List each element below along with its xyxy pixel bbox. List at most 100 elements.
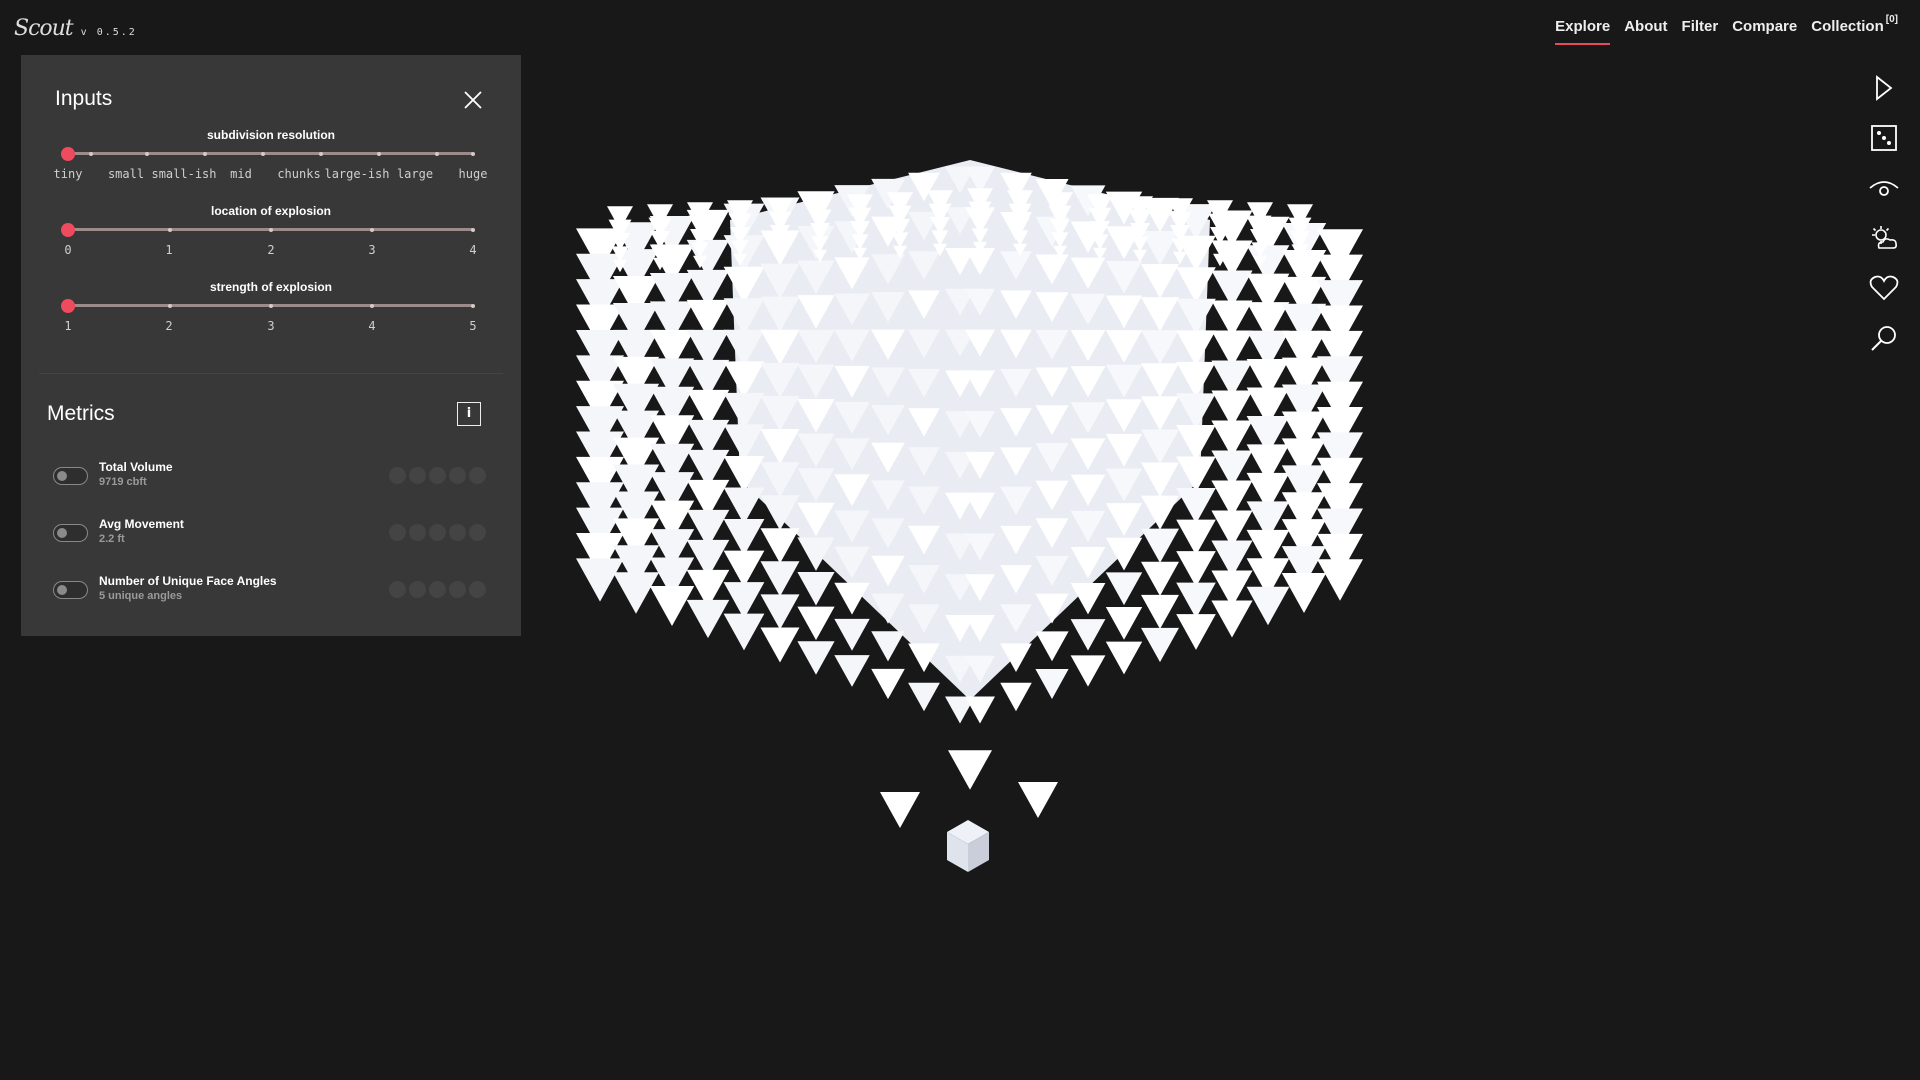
slider-tick-mark xyxy=(471,152,475,156)
weather-icon[interactable] xyxy=(1868,222,1900,254)
view-cube-icon[interactable] xyxy=(945,818,991,879)
slider-tick-mark xyxy=(377,152,381,156)
slider-tick-mark xyxy=(471,304,475,308)
metric-toggle[interactable] xyxy=(53,581,88,599)
slider-thumb[interactable] xyxy=(61,223,75,237)
version-label: v 0.5.2 xyxy=(80,27,137,38)
slider-tick-mark xyxy=(168,228,172,232)
tick-label: 3 xyxy=(368,243,376,257)
right-toolbar xyxy=(1868,72,1900,354)
3d-viewport[interactable] xyxy=(560,140,1380,880)
metric-row-total-volume: Total Volume 9719 cbft xyxy=(21,460,521,500)
tick-label: chunks xyxy=(277,167,321,181)
slider-tick-mark xyxy=(370,304,374,308)
slider-tick-mark xyxy=(269,228,273,232)
logo-wordmark: Scout xyxy=(14,16,74,41)
metric-rating xyxy=(389,467,486,484)
app-logo[interactable]: Scout v 0.5.2 xyxy=(14,16,137,41)
tick-label: small xyxy=(107,167,145,181)
rating-dot[interactable] xyxy=(429,467,446,484)
nav-filter[interactable]: Filter xyxy=(1682,18,1719,45)
metric-name: Total Volume xyxy=(99,460,173,474)
slider-tick-mark xyxy=(203,152,207,156)
tick-label: 5 xyxy=(469,319,477,333)
rating-dot[interactable] xyxy=(469,581,486,598)
slider-tick-mark xyxy=(370,228,374,232)
toggle-knob xyxy=(57,528,67,538)
info-button[interactable]: i xyxy=(457,402,481,426)
tick-label: tiny xyxy=(53,167,83,181)
slider-track[interactable] xyxy=(67,152,473,155)
metric-value: 9719 cbft xyxy=(99,476,147,488)
slider-tick-mark xyxy=(435,152,439,156)
tick-label: 4 xyxy=(368,319,376,333)
rating-dot[interactable] xyxy=(409,467,426,484)
tick-label: 2 xyxy=(165,319,173,333)
play-icon[interactable] xyxy=(1868,72,1900,104)
tick-label: 0 xyxy=(64,243,72,257)
metric-toggle[interactable] xyxy=(53,467,88,485)
eye-icon[interactable] xyxy=(1868,172,1900,204)
slider-tick-mark xyxy=(145,152,149,156)
slider-title: location of explosion xyxy=(210,204,331,218)
nav-collection[interactable]: Collection [0] xyxy=(1811,14,1898,45)
rating-dot[interactable] xyxy=(429,524,446,541)
tick-label: large-ish xyxy=(324,167,390,181)
rating-dot[interactable] xyxy=(449,524,466,541)
heart-icon[interactable] xyxy=(1868,272,1900,304)
slider-title: subdivision resolution xyxy=(206,128,335,142)
slider-tick-mark xyxy=(471,228,475,232)
rating-dot[interactable] xyxy=(429,581,446,598)
slider-tick-mark xyxy=(261,152,265,156)
nav-compare[interactable]: Compare xyxy=(1732,18,1797,45)
rating-dot[interactable] xyxy=(449,581,466,598)
tick-label: 2 xyxy=(267,243,275,257)
dice-icon[interactable] xyxy=(1868,122,1900,154)
inputs-panel: Inputs subdivision resolution tiny small… xyxy=(21,55,521,636)
rating-dot[interactable] xyxy=(449,467,466,484)
exploded-cube-model xyxy=(576,160,1363,828)
tick-label: 3 xyxy=(267,319,275,333)
top-nav: Explore About Filter Compare Collection[… xyxy=(1555,14,1898,45)
metric-toggle[interactable] xyxy=(53,524,88,542)
metric-rating xyxy=(389,524,486,541)
panel-divider xyxy=(39,373,503,374)
tick-label: large xyxy=(396,167,434,181)
slider-tick-mark xyxy=(269,304,273,308)
metric-value: 2.2 ft xyxy=(99,533,125,545)
close-icon[interactable] xyxy=(461,88,485,112)
metric-row-avg-movement: Avg Movement 2.2 ft xyxy=(21,517,521,557)
inputs-title: Inputs xyxy=(55,87,113,110)
slider-thumb[interactable] xyxy=(61,299,75,313)
rating-dot[interactable] xyxy=(389,467,406,484)
metric-name: Number of Unique Face Angles xyxy=(99,574,277,588)
toggle-knob xyxy=(57,471,67,481)
metric-name: Avg Movement xyxy=(99,517,184,531)
metric-rating xyxy=(389,581,486,598)
slider-title: strength of explosion xyxy=(209,280,332,294)
metric-row-unique-face-angles: Number of Unique Face Angles 5 unique an… xyxy=(21,574,521,614)
tick-label: 1 xyxy=(64,319,72,333)
rating-dot[interactable] xyxy=(389,581,406,598)
tick-label: 4 xyxy=(469,243,477,257)
rating-dot[interactable] xyxy=(409,581,426,598)
tick-label: mid xyxy=(230,167,252,181)
slider-tick-mark xyxy=(168,304,172,308)
slider-tick-mark xyxy=(319,152,323,156)
nav-about[interactable]: About xyxy=(1624,18,1667,45)
rating-dot[interactable] xyxy=(469,467,486,484)
rating-dot[interactable] xyxy=(389,524,406,541)
tick-label: 1 xyxy=(165,243,173,257)
collection-count-badge: [0] xyxy=(1885,14,1898,25)
slider-thumb[interactable] xyxy=(61,147,75,161)
tick-label: huge xyxy=(458,167,488,181)
nav-collection-label: Collection xyxy=(1811,18,1884,35)
rating-dot[interactable] xyxy=(469,524,486,541)
slider-tick-mark xyxy=(89,152,93,156)
toggle-knob xyxy=(57,585,67,595)
metric-value: 5 unique angles xyxy=(99,590,183,602)
nav-explore[interactable]: Explore xyxy=(1555,18,1611,45)
metrics-title: Metrics xyxy=(47,402,115,425)
rating-dot[interactable] xyxy=(409,524,426,541)
search-icon[interactable] xyxy=(1868,322,1900,354)
